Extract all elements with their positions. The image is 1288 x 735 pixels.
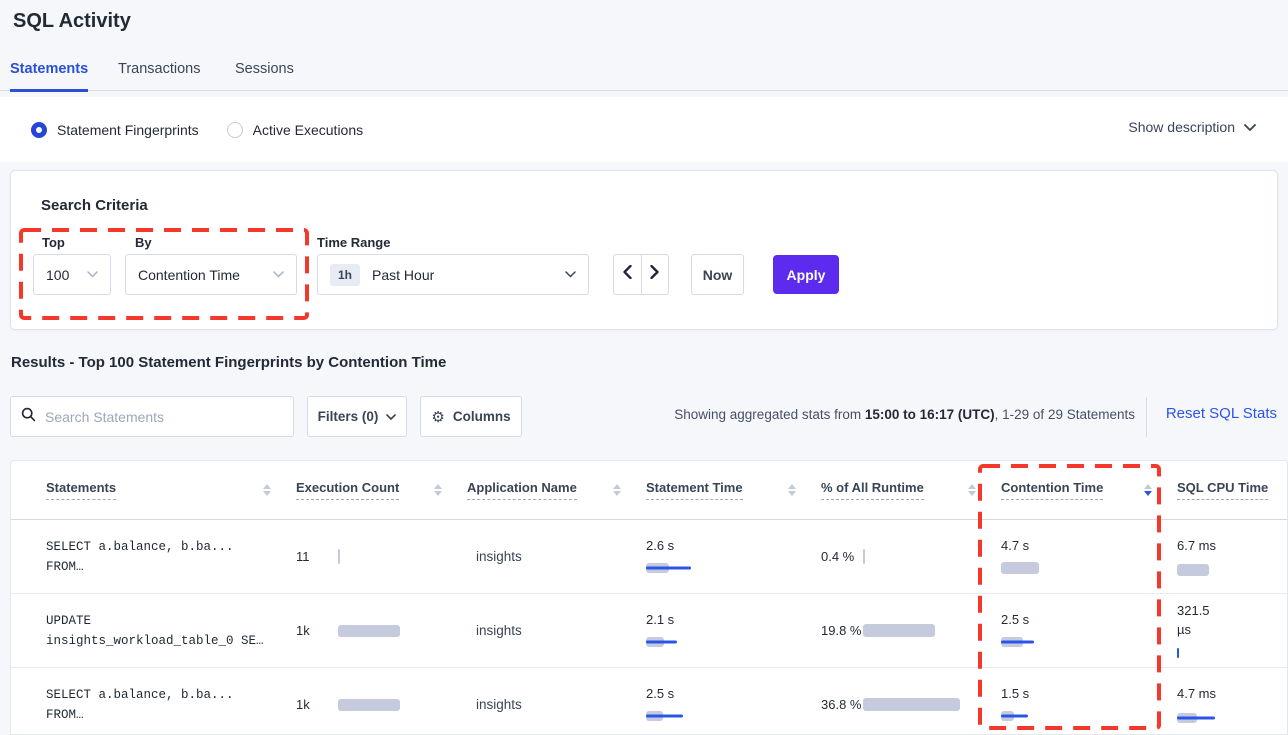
by-label: By — [135, 235, 152, 250]
search-icon — [21, 407, 36, 427]
reset-sql-stats-link[interactable]: Reset SQL Stats — [1166, 405, 1277, 422]
statement-fingerprint-link[interactable]: UPDATE insights_workload_table_0 SE… — [46, 611, 296, 651]
time-range-select[interactable]: 1h Past Hour — [317, 254, 589, 295]
contention-time-bar — [1001, 708, 1177, 723]
sort-icon[interactable] — [968, 484, 976, 496]
divider — [1146, 397, 1147, 437]
runtime-pct-cell: 36.8 % — [821, 695, 1001, 714]
time-step-group — [613, 254, 669, 295]
statement-time-bar — [646, 634, 821, 649]
showing-stats-text: Showing aggregated stats from 15:00 to 1… — [674, 407, 1135, 422]
statement-time-bar — [646, 708, 821, 723]
columns-button[interactable]: ⚙ Columns — [420, 396, 522, 437]
chevron-down-icon — [273, 271, 284, 278]
search-criteria-title: Search Criteria — [41, 197, 148, 214]
execution-count-bar — [338, 623, 400, 638]
contention-time-bar — [1001, 560, 1177, 575]
column-header-runtime-pct[interactable]: % of All Runtime — [821, 480, 1001, 500]
table-row[interactable]: SELECT a.balance, b.ba... FROM… 1k insig… — [11, 668, 1287, 735]
statement-time-bar — [646, 560, 821, 575]
tab-sessions[interactable]: Sessions — [235, 61, 294, 77]
chevron-right-icon — [650, 265, 659, 284]
page-title: SQL Activity — [13, 10, 131, 33]
chevron-down-icon — [1244, 124, 1256, 131]
sort-icon[interactable] — [434, 484, 442, 496]
tab-transactions[interactable]: Transactions — [118, 61, 200, 77]
runtime-pct-bar — [863, 697, 960, 712]
chevron-down-icon — [386, 414, 396, 420]
sql-cpu-time-bar — [1177, 646, 1288, 661]
table-row[interactable]: UPDATE insights_workload_table_0 SE… 1k … — [11, 594, 1287, 668]
column-header-sql-cpu-time[interactable]: SQL CPU Time — [1177, 480, 1288, 500]
contention-time-bar — [1001, 634, 1177, 649]
sort-icon[interactable] — [263, 484, 271, 496]
top-select[interactable]: 100 — [33, 254, 111, 295]
by-select[interactable]: Contention Time — [125, 254, 297, 295]
sql-activity-page: SQL Activity Statements Transactions Ses… — [0, 0, 1288, 735]
column-header-contention-time[interactable]: Contention Time — [1001, 480, 1177, 500]
filters-button[interactable]: Filters (0) — [307, 396, 407, 437]
statement-time-cell: 2.1 s — [646, 612, 821, 649]
time-range-label: Time Range — [317, 235, 390, 250]
sql-cpu-time-cell: 4.7 ms — [1177, 684, 1288, 725]
statements-table: Statements Execution Count Application N… — [10, 460, 1288, 735]
search-criteria-card: Search Criteria Top 100 By Contention Ti… — [10, 170, 1278, 330]
column-header-execution-count[interactable]: Execution Count — [296, 480, 467, 500]
application-name-cell: insights — [467, 697, 646, 712]
column-header-statements[interactable]: Statements — [46, 480, 296, 500]
chevron-down-icon — [565, 271, 576, 278]
radio-selected-icon[interactable] — [31, 122, 47, 138]
column-header-application-name[interactable]: Application Name — [467, 480, 646, 500]
top-label: Top — [42, 235, 65, 250]
sql-cpu-time-bar — [1177, 710, 1288, 725]
application-name-cell: insights — [467, 549, 646, 564]
contention-time-cell: 4.7 s — [1001, 538, 1177, 575]
results-heading: Results - Top 100 Statement Fingerprints… — [11, 354, 446, 371]
time-range-badge: 1h — [330, 264, 360, 286]
execution-count-bar — [338, 549, 348, 564]
statement-fingerprint-link[interactable]: SELECT a.balance, b.ba... FROM… — [46, 685, 296, 725]
next-time-button[interactable] — [642, 255, 669, 294]
runtime-pct-bar — [863, 549, 873, 564]
chevron-down-icon — [87, 271, 98, 278]
execution-count-cell: 1k — [296, 697, 467, 712]
search-statements-input[interactable] — [45, 409, 283, 425]
radio-active-executions[interactable]: Active Executions — [227, 122, 364, 138]
contention-time-cell: 1.5 s — [1001, 686, 1177, 723]
contention-time-cell: 2.5 s — [1001, 612, 1177, 649]
radio-unselected-icon[interactable] — [227, 122, 243, 138]
chevron-left-icon — [623, 265, 632, 284]
sql-cpu-time-cell: 321.5 µs — [1177, 601, 1288, 661]
radio-statement-fingerprints[interactable]: Statement Fingerprints — [31, 122, 199, 138]
gear-icon: ⚙ — [431, 408, 444, 426]
statement-time-cell: 2.5 s — [646, 686, 821, 723]
column-header-statement-time[interactable]: Statement Time — [646, 480, 821, 500]
show-description-toggle[interactable]: Show description — [1128, 119, 1256, 135]
search-statements-box — [10, 396, 294, 437]
sql-cpu-time-bar — [1177, 562, 1288, 577]
sql-cpu-time-cell: 6.7 ms — [1177, 536, 1288, 577]
table-header-row: Statements Execution Count Application N… — [11, 461, 1287, 520]
now-button[interactable]: Now — [691, 254, 744, 295]
tab-bar: Statements Transactions Sessions — [0, 58, 1288, 91]
statement-time-cell: 2.6 s — [646, 538, 821, 575]
execution-count-bar — [338, 697, 400, 712]
execution-count-cell: 11 — [296, 549, 467, 564]
sort-icon[interactable] — [788, 484, 796, 496]
runtime-pct-bar — [863, 623, 935, 638]
runtime-pct-cell: 19.8 % — [821, 621, 1001, 640]
apply-button[interactable]: Apply — [773, 255, 839, 294]
view-mode-band: Statement Fingerprints Active Executions… — [0, 97, 1288, 162]
application-name-cell: insights — [467, 623, 646, 638]
sort-icon[interactable] — [613, 484, 621, 496]
prev-time-button[interactable] — [614, 255, 642, 294]
statement-fingerprint-link[interactable]: SELECT a.balance, b.ba... FROM… — [46, 537, 296, 577]
active-tab-underline — [10, 89, 88, 92]
runtime-pct-cell: 0.4 % — [821, 547, 1001, 566]
sort-icon-active-desc[interactable] — [1144, 484, 1152, 496]
table-row[interactable]: SELECT a.balance, b.ba... FROM… 11 insig… — [11, 520, 1287, 594]
tab-statements[interactable]: Statements — [10, 61, 88, 77]
execution-count-cell: 1k — [296, 623, 467, 638]
